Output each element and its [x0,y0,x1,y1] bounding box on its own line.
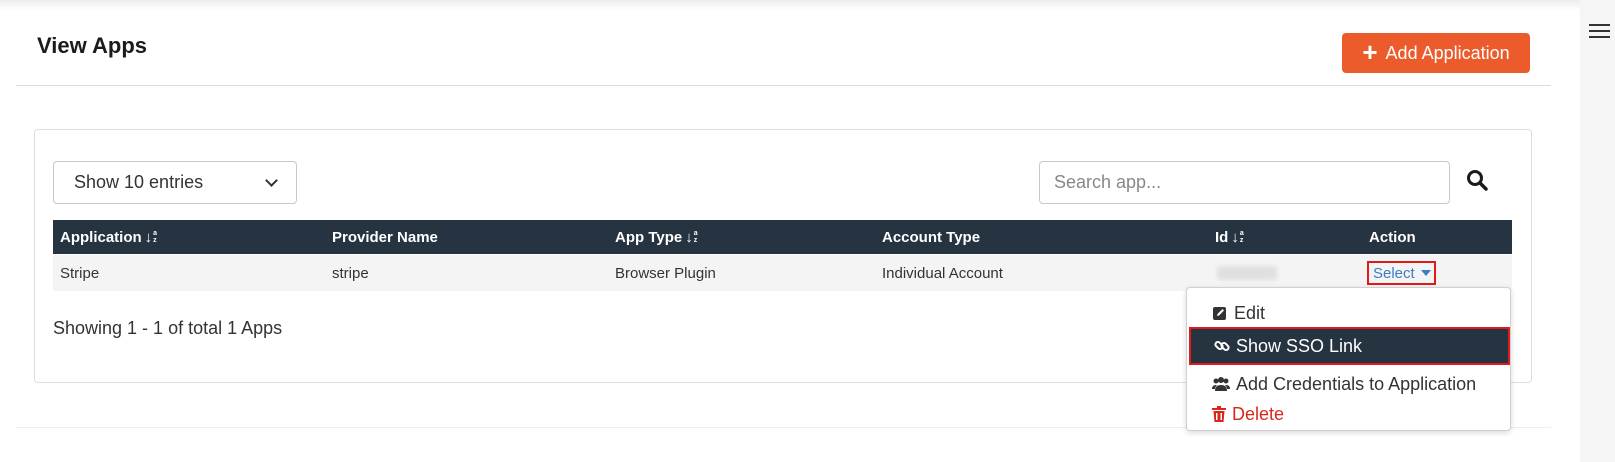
page-title: View Apps [37,33,148,58]
add-application-button[interactable]: + Add Application [1342,33,1530,73]
search-placeholder: Search app... [1054,172,1162,192]
search-input[interactable]: Search app... [1039,161,1450,204]
add-application-label: Add Application [1385,42,1510,63]
col-id[interactable]: Id ↓ a z [1215,220,1244,254]
cell-app-type: Browser Plugin [615,264,716,282]
action-select-dropdown[interactable]: Select [1367,261,1436,285]
caret-down-icon [1420,270,1431,276]
sort-icon: ↓ a z [144,228,158,246]
page-header: View Apps + Add Application [16,0,1551,86]
menu-item-delete[interactable]: Delete [1187,398,1512,430]
table-row: Stripe stripe Browser Plugin Individual … [53,255,1512,291]
users-icon [1212,377,1230,391]
entries-select-value: Show 10 entries [74,172,204,192]
edit-icon [1213,307,1226,320]
cell-application: Stripe [60,264,100,282]
trash-icon [1212,406,1226,422]
right-sidebar [1580,0,1615,462]
cell-id [1217,255,1277,291]
menu-item-edit[interactable]: Edit [1187,297,1512,329]
table-header: Application ↓ a z Provider Name App Type ↓… [53,220,1512,254]
action-select-label: Select [1373,264,1415,282]
col-app-type[interactable]: App Type ↓ a z [615,220,698,254]
chevron-down-icon [265,174,278,187]
sort-icon: ↓ a z [685,228,698,246]
col-action: Action [1369,228,1416,246]
cell-provider: stripe [332,264,369,282]
menu-item-show-sso-link[interactable]: Show SSO Link [1189,327,1510,365]
col-account-type: Account Type [882,228,981,246]
blurred-id-value [1217,266,1277,280]
action-dropdown-menu: Edit Show SSO Link Add Credentials to Ap… [1186,287,1511,431]
hamburger-menu-icon[interactable] [1589,24,1610,40]
sort-icon: ↓ a z [1231,228,1244,246]
search-icon[interactable] [1466,169,1488,191]
table-summary: Showing 1 - 1 of total 1 Apps [53,318,283,338]
col-application[interactable]: Application ↓ a z [60,220,157,254]
plus-icon: + [1362,37,1378,67]
entries-select[interactable]: Show 10 entries [53,161,297,204]
menu-item-add-credentials[interactable]: Add Credentials to Application [1187,368,1512,400]
col-provider-name: Provider Name [332,228,438,246]
cell-account-type: Individual Account [882,264,1003,282]
link-icon [1214,340,1230,352]
